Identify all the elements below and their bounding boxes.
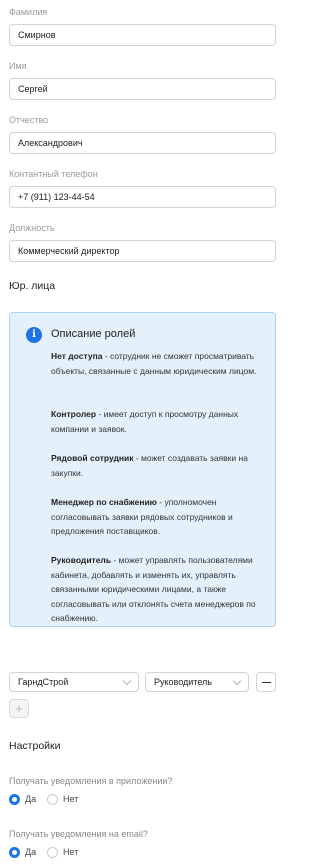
email-notifications-question: Получать уведомления на email? [9,829,148,839]
chevron-down-icon [122,676,132,686]
field-label: Имя [9,61,27,71]
patronymic-input[interactable]: Александрович [9,132,276,154]
info-icon: i [26,327,42,343]
field-label: Фамилия [9,7,48,17]
company-select[interactable]: ГарндСтрой [9,672,139,692]
email-notifications-no-radio[interactable] [47,847,58,858]
role-description: Нет доступа - сотрудник не сможет просма… [51,349,263,378]
radio-label: Нет [63,794,79,804]
role-name: Менеджер по снабжению [51,497,157,507]
role-name: Руководитель [51,555,112,565]
add-entity-button[interactable]: + [9,699,29,718]
app-notifications-yes-radio[interactable] [9,794,20,805]
roles-info-box: i Описание ролей Нет доступа - сотрудник… [9,312,276,627]
first-name-input[interactable]: Сергей [9,78,276,100]
role-description: Контролер - имеет доступ к просмотру дан… [51,407,263,436]
app-notifications-radio-group: Да Нет [9,794,109,806]
role-select[interactable]: Руководитель [145,672,249,692]
settings-title: Настройки [9,740,61,752]
role-text: - может управлять пользователями кабинет… [51,555,256,623]
role-description: Руководитель - может управлять пользоват… [51,553,263,626]
company-select-value: ГарндСтрой [18,677,69,687]
role-select-value: Руководитель [154,677,212,687]
field-label: Должность [9,223,55,233]
radio-label: Да [25,847,37,857]
legal-entities-title: Юр. лица [9,280,56,292]
roles-info-title: Описание ролей [51,328,136,340]
role-description: Рядовой сотрудник - может создавать заяв… [51,451,263,480]
email-notifications-radio-group: Да Нет [9,847,109,859]
field-phone: Контантный телефон +7 (911) 123-44-54 [9,168,276,208]
field-label: Контантный телефон [9,169,98,179]
email-notifications-yes-radio[interactable] [9,847,20,858]
role-name: Контролер [51,409,97,419]
radio-label: Нет [63,847,79,857]
radio-label: Да [25,794,37,804]
chevron-down-icon [232,676,242,686]
app-notifications-no-radio[interactable] [47,794,58,805]
field-last-name: Фамилия Смирнов [9,6,276,46]
remove-entity-button[interactable] [256,672,276,692]
field-patronymic: Отчество Александрович [9,114,276,154]
role-description: Менеджер по снабжению - уполномочен согл… [51,495,263,539]
role-name: Нет доступа [51,351,103,361]
phone-input[interactable]: +7 (911) 123-44-54 [9,186,276,208]
last-name-input[interactable]: Смирнов [9,24,276,46]
field-position: Должность Коммерческий директор [9,222,276,262]
field-label: Отчество [9,115,49,125]
position-input[interactable]: Коммерческий директор [9,240,276,262]
role-name: Рядовой сотрудник [51,453,134,463]
field-first-name: Имя Сергей [9,60,276,100]
app-notifications-question: Получать уведомления в приложении? [9,776,173,786]
